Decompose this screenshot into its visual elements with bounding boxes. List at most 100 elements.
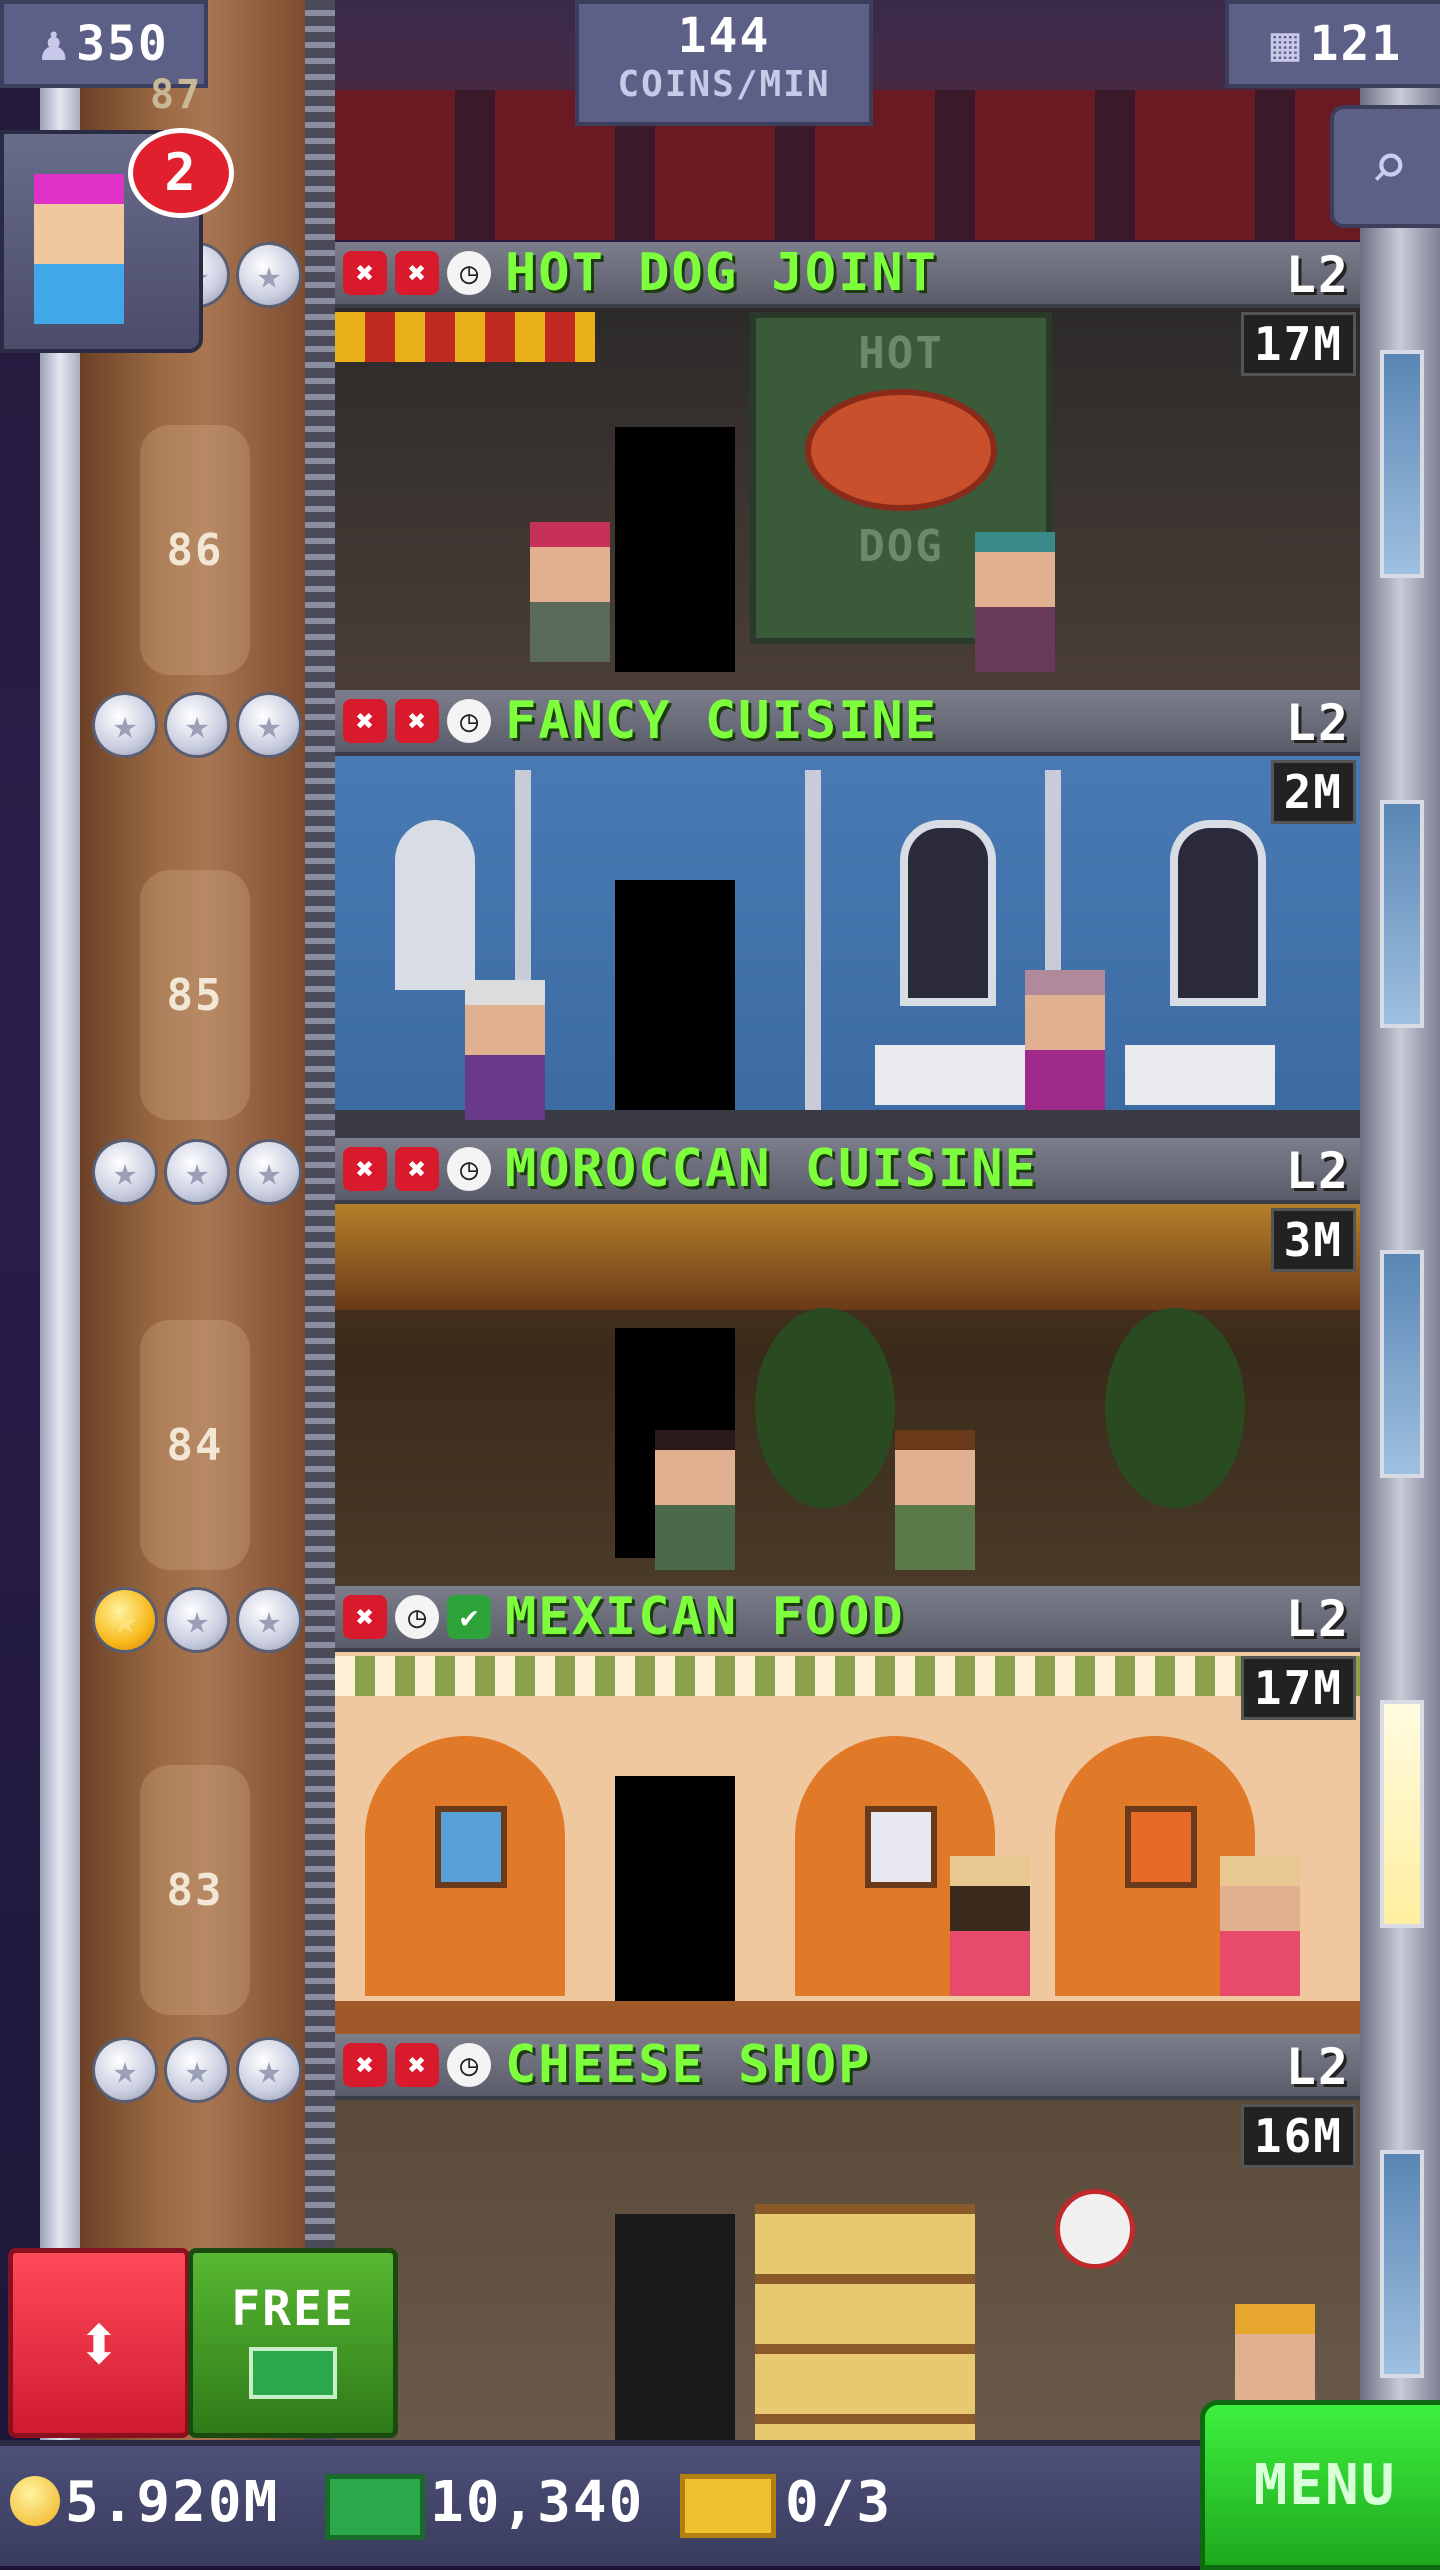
floor-name: FANCY CUISINE xyxy=(505,691,938,751)
floor-name: MOROCCAN CUISINE xyxy=(505,1139,1038,1199)
tickets-value: 0/3 xyxy=(785,2470,893,2535)
picture-frame xyxy=(435,1806,507,1888)
floor-header: ✖ ✖ ◷ CHEESE SHOP L2 xyxy=(335,2034,1360,2100)
side-window xyxy=(1380,350,1424,578)
no-smoking-sign xyxy=(1055,2189,1135,2269)
elevator-door xyxy=(615,880,735,1110)
floors-counter[interactable]: ▦ 121 xyxy=(1225,0,1440,88)
floor-name: MEXICAN FOOD xyxy=(505,1587,905,1647)
floor-level: L2 xyxy=(1285,2038,1350,2096)
floor-timer: 16M xyxy=(1240,2104,1356,2168)
silver-star-icon: ★ xyxy=(167,2040,227,2100)
side-window xyxy=(1380,1250,1424,1478)
elevator-door xyxy=(615,1776,735,2001)
floor-timer: 2M xyxy=(1270,760,1356,824)
picture-frame xyxy=(865,1806,937,1888)
floor-header: ✖ ◷ ✔ MEXICAN FOOD L2 xyxy=(335,1586,1360,1652)
building-icon: ▦ xyxy=(1270,16,1302,72)
notification-badge: 2 xyxy=(128,128,234,218)
silver-star-icon: ★ xyxy=(95,1142,155,1202)
bitizen[interactable] xyxy=(1025,970,1105,1110)
bitizen[interactable] xyxy=(975,532,1055,672)
x-icon: ✖ xyxy=(343,1595,387,1639)
plant xyxy=(1105,1308,1245,1508)
floor-timer: 3M xyxy=(1270,1208,1356,1272)
floor-moroccan-cuisine[interactable]: ✖ ✖ ◷ MOROCCAN CUISINE L2 3M xyxy=(335,1138,1360,1586)
floor-mexican-food[interactable]: ✖ ◷ ✔ MEXICAN FOOD L2 17M xyxy=(335,1586,1360,2034)
partial-floor-number: 87 xyxy=(150,72,203,118)
bux-icon xyxy=(325,2474,425,2540)
population-value: 350 xyxy=(76,16,169,72)
silver-star-icon: ★ xyxy=(167,1590,227,1650)
side-window xyxy=(1380,2150,1424,2378)
floor-stars: ★ ★ ★ xyxy=(95,1590,299,1650)
magnifier-icon: ⌕ xyxy=(1369,129,1409,204)
floor-header: ✖ ✖ ◷ MOROCCAN CUISINE L2 xyxy=(335,1138,1360,1204)
picture-frame xyxy=(1125,1806,1197,1888)
free-bux-button[interactable]: FREE xyxy=(188,2248,398,2438)
x-icon: ✖ xyxy=(395,699,439,743)
x-icon: ✖ xyxy=(343,251,387,295)
side-window-lit xyxy=(1380,1700,1424,1928)
x-icon: ✖ xyxy=(343,1147,387,1191)
coin-rate-panel: 144 COINS/MIN xyxy=(575,0,873,126)
x-icon: ✖ xyxy=(395,251,439,295)
floor-header: ✖ ✖ ◷ HOT DOG JOINT L2 xyxy=(335,242,1360,308)
elevator-button[interactable]: ⬍ xyxy=(8,2248,190,2438)
x-icon: ✖ xyxy=(395,2043,439,2087)
clock-icon: ◷ xyxy=(395,1595,439,1639)
dining-table xyxy=(875,1045,1025,1105)
silver-star-icon: ★ xyxy=(239,1142,299,1202)
floor-name: CHEESE SHOP xyxy=(505,2035,872,2095)
silver-star-icon: ★ xyxy=(167,1142,227,1202)
avatar xyxy=(34,174,124,324)
silver-star-icon: ★ xyxy=(239,245,299,305)
floor-hot-dog-joint[interactable]: HOT DOG ✖ ✖ ◷ HOT DOG JOINT L2 17M xyxy=(335,242,1360,690)
bitizen[interactable] xyxy=(895,1430,975,1570)
golden-ticket-icon xyxy=(680,2474,776,2538)
elevator-door xyxy=(615,427,735,672)
elevator-shaft[interactable] xyxy=(80,0,310,2560)
up-down-arrows-icon: ⬍ xyxy=(74,2296,124,2390)
free-label: FREE xyxy=(231,2281,355,2337)
elevator-rail xyxy=(40,0,80,2460)
bux-value: 10,340 xyxy=(430,2470,645,2535)
silver-star-icon: ★ xyxy=(239,695,299,755)
floor-level: L2 xyxy=(1285,246,1350,304)
clock-icon: ◷ xyxy=(447,1147,491,1191)
elevator-chain xyxy=(305,0,335,2460)
floor-level: L2 xyxy=(1285,694,1350,752)
floor-stars: ★ ★ ★ xyxy=(95,2040,299,2100)
silver-star-icon: ★ xyxy=(167,695,227,755)
x-icon: ✖ xyxy=(343,699,387,743)
plant xyxy=(755,1308,895,1508)
floor-level: L2 xyxy=(1285,1590,1350,1648)
bitizen[interactable] xyxy=(530,522,610,662)
floor-level: L2 xyxy=(1285,1142,1350,1200)
coin-icon xyxy=(10,2476,60,2526)
floor-stars: ★ ★ ★ xyxy=(95,1142,299,1202)
floor-cheese-shop[interactable]: ✖ ✖ ◷ CHEESE SHOP L2 16M xyxy=(335,2034,1360,2444)
floor-name: HOT DOG JOINT xyxy=(505,243,938,303)
dining-table xyxy=(1125,1045,1275,1105)
silver-star-icon: ★ xyxy=(95,2040,155,2100)
bux-icon xyxy=(249,2347,337,2399)
side-window xyxy=(1380,800,1424,1028)
person-icon: ♟ xyxy=(39,16,71,72)
floor-fancy-cuisine[interactable]: ✖ ✖ ◷ FANCY CUISINE L2 2M xyxy=(335,690,1360,1138)
floors-count-value: 121 xyxy=(1309,16,1403,72)
bitizen[interactable] xyxy=(655,1430,735,1570)
floor-stars: ★ ★ ★ xyxy=(95,695,299,755)
bitizen[interactable] xyxy=(465,980,545,1120)
gold-star-icon: ★ xyxy=(95,1590,155,1650)
silver-star-icon: ★ xyxy=(239,2040,299,2100)
silver-star-icon: ★ xyxy=(95,695,155,755)
bitizen[interactable] xyxy=(950,1856,1030,1996)
clock-icon: ◷ xyxy=(447,699,491,743)
floor-number-86: 86 xyxy=(140,425,250,675)
menu-button[interactable]: MENU xyxy=(1200,2400,1440,2570)
floor-timer: 17M xyxy=(1240,312,1356,376)
search-button[interactable]: ⌕ xyxy=(1330,105,1440,228)
elevator-door xyxy=(615,2214,735,2444)
bitizen[interactable] xyxy=(1220,1856,1300,1996)
